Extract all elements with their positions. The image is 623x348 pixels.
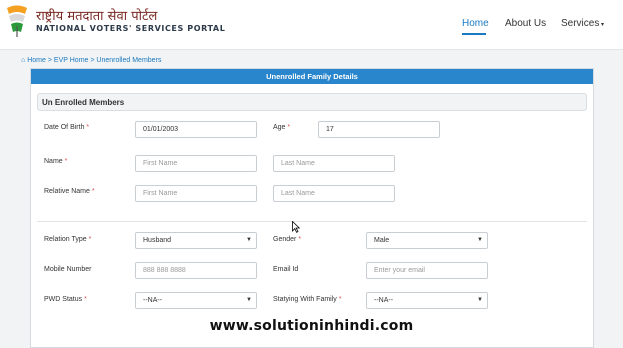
nav-home-active-indicator <box>462 33 486 35</box>
staying-with-family-select[interactable]: --NA-- ▼ <box>366 292 488 309</box>
mobile-input[interactable]: 888 888 8888 <box>135 262 257 279</box>
chevron-down-icon: ▼ <box>477 237 483 243</box>
breadcrumb-evp-home[interactable]: EVP Home <box>54 57 89 64</box>
relative-name-label: Relative Name * <box>44 188 95 195</box>
chevron-down-icon: ▼ <box>246 237 252 243</box>
nav-services-label: Services <box>561 18 600 29</box>
staying-with-family-label: Statying With Family * <box>273 296 342 303</box>
breadcrumb-separator: > <box>90 57 95 64</box>
breadcrumb-home[interactable]: Home <box>27 57 46 64</box>
first-name-input[interactable]: First Name <box>135 155 257 172</box>
breadcrumb-current: Unenrolled Members <box>96 57 162 64</box>
relative-last-name-input[interactable]: Last Name <box>273 185 395 202</box>
dob-input[interactable]: 01/01/2003 <box>135 121 257 138</box>
nav-about-us[interactable]: About Us <box>505 18 546 29</box>
relation-type-label: Relation Type * <box>44 236 92 243</box>
brand-title-english: NATIONAL VOTERS' SERVICES PORTAL <box>36 24 226 33</box>
watermark-text: www.solutioninhindi.com <box>209 318 414 334</box>
dob-label: Date Of Birth * <box>44 124 90 131</box>
age-input[interactable]: 17 <box>318 121 440 138</box>
section-divider <box>37 221 587 222</box>
card-title: Unenrolled Family Details <box>31 69 593 84</box>
site-header: राष्ट्रीय मतदाता सेवा पोर्टल NATIONAL VO… <box>0 0 623 50</box>
pwd-status-select[interactable]: --NA-- ▼ <box>135 292 257 309</box>
age-label: Age * <box>273 124 291 131</box>
unenrolled-family-card: Unenrolled Family Details Un Enrolled Me… <box>30 68 594 348</box>
name-label: Name * <box>44 158 68 165</box>
chevron-down-icon: ▼ <box>246 297 252 303</box>
nav-home[interactable]: Home <box>462 18 489 29</box>
relative-first-name-input[interactable]: First Name <box>135 185 257 202</box>
gender-select[interactable]: Male ▼ <box>366 232 488 249</box>
section-title: Un Enrolled Members <box>37 93 587 111</box>
mobile-label: Mobile Number <box>44 266 92 273</box>
email-input[interactable]: Enter your email <box>366 262 488 279</box>
brand-title-hindi: राष्ट्रीय मतदाता सेवा पोर्टल <box>36 9 158 24</box>
breadcrumb: ⌂ Home > EVP Home > Unenrolled Members <box>21 57 161 64</box>
caret-down-icon: ▾ <box>599 22 605 28</box>
relation-type-select[interactable]: Husband ▼ <box>135 232 257 249</box>
mouse-cursor-icon <box>292 221 300 233</box>
breadcrumb-separator: > <box>47 57 52 64</box>
pwd-status-label: PWD Status * <box>44 296 87 303</box>
home-icon: ⌂ <box>21 57 26 64</box>
chevron-down-icon: ▼ <box>477 297 483 303</box>
nav-services[interactable]: Services ▾ <box>561 18 604 29</box>
eci-logo-icon[interactable] <box>3 4 31 38</box>
last-name-input[interactable]: Last Name <box>273 155 395 172</box>
email-label: Email Id <box>273 266 299 273</box>
gender-label: Gender * <box>273 236 302 243</box>
